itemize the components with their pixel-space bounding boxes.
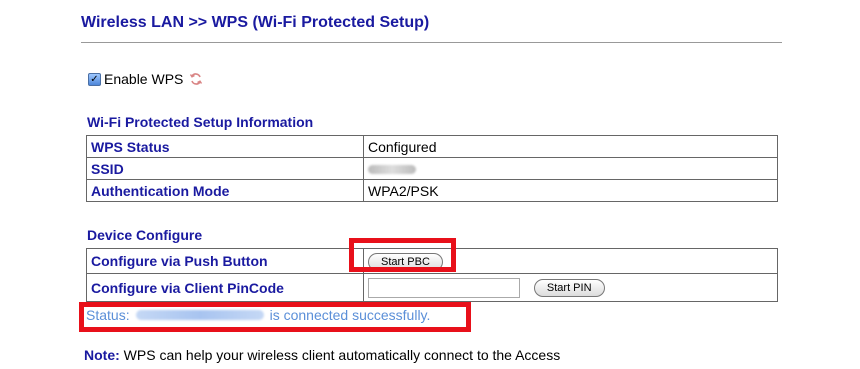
enable-wps-checkbox[interactable]: ✓ <box>88 72 101 86</box>
note-text: WPS can help your wireless client automa… <box>123 347 561 363</box>
table-row: Authentication Mode WPA2/PSK <box>86 179 778 202</box>
title-divider <box>81 42 782 43</box>
start-pin-button[interactable]: Start PIN <box>533 279 605 298</box>
note-label: Note: <box>84 347 120 363</box>
wps-status-value: Configured <box>363 135 778 158</box>
wps-status-label: WPS Status <box>86 135 364 158</box>
table-row: Configure via Client PinCode Start PIN <box>86 273 778 302</box>
ssid-value <box>363 157 778 180</box>
auth-mode-label: Authentication Mode <box>86 179 364 202</box>
pbc-highlight <box>349 238 456 272</box>
enable-wps-label: Enable WPS <box>104 71 184 87</box>
pincode-cell: Start PIN <box>363 273 778 302</box>
pincode-label: Configure via Client PinCode <box>86 273 364 302</box>
pincode-input[interactable] <box>368 277 520 298</box>
page-title: Wireless LAN >> WPS (Wi-Fi Protected Set… <box>81 14 430 31</box>
auth-mode-value: WPA2/PSK <box>363 179 778 202</box>
info-heading: Wi-Fi Protected Setup Information <box>87 114 314 130</box>
ssid-label: SSID <box>86 157 364 180</box>
note: Note: WPS can help your wireless client … <box>84 347 560 363</box>
push-button-label: Configure via Push Button <box>86 248 364 274</box>
device-heading: Device Configure <box>87 227 203 243</box>
refresh-icon[interactable] <box>189 72 203 86</box>
info-table: WPS Status Configured SSID Authenticatio… <box>86 135 778 202</box>
ssid-redacted <box>368 164 416 174</box>
status-highlight <box>79 302 471 332</box>
table-row: WPS Status Configured <box>86 135 778 158</box>
enable-wps-row: ✓ Enable WPS <box>88 71 203 87</box>
table-row: SSID <box>86 157 778 180</box>
